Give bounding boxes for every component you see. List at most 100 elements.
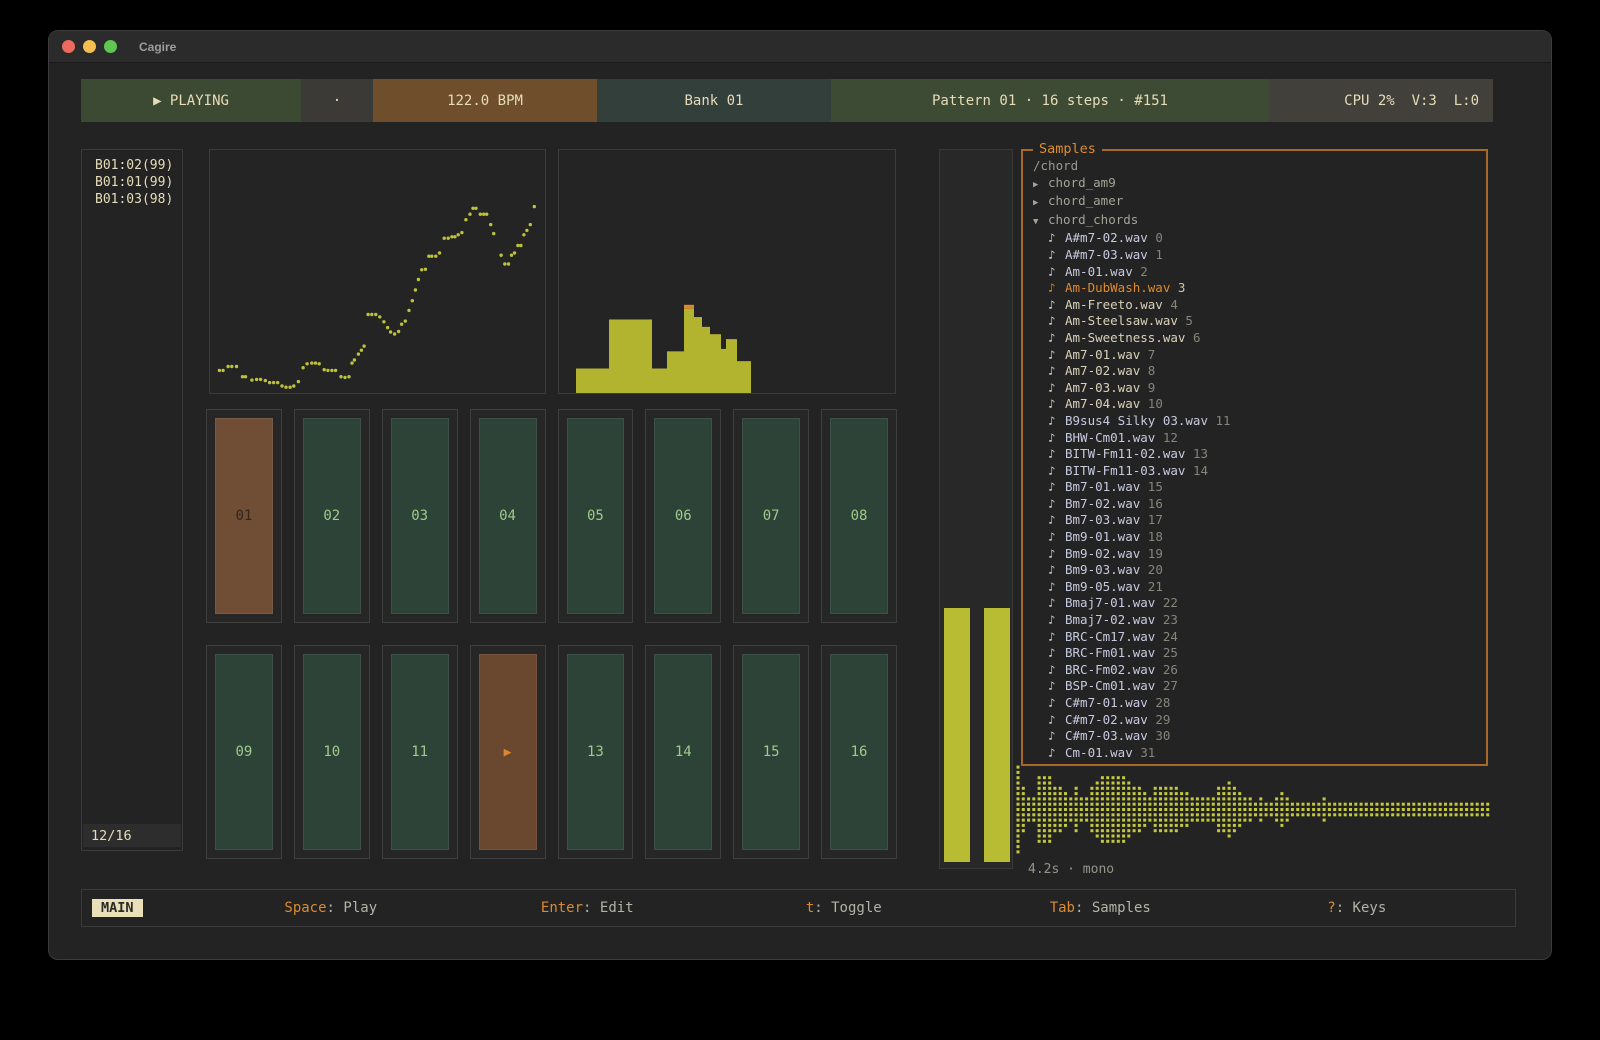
pad-row: 0102030405060708 xyxy=(206,409,897,623)
pad-05[interactable]: 05 xyxy=(558,409,634,623)
pad-04[interactable]: 04 xyxy=(470,409,546,623)
sample-file-row[interactable]: ♪BRC-Cm17.wav 24 xyxy=(1033,629,1486,646)
sample-file-row[interactable]: ♪Am7-01.wav 7 xyxy=(1033,347,1486,364)
sample-folder-row[interactable]: ▶chord_am9 xyxy=(1033,175,1486,194)
file-index: 14 xyxy=(1185,463,1208,478)
file-index: 26 xyxy=(1155,662,1178,677)
file-index: 27 xyxy=(1155,678,1178,693)
sample-file-row[interactable]: ♪Am-Steelsaw.wav 5 xyxy=(1033,313,1486,330)
hint-key: Space xyxy=(284,900,326,916)
pad-label: 07 xyxy=(742,418,800,614)
file-name: BITW-Fm11-03.wav xyxy=(1065,463,1185,478)
title-bar: Cagire xyxy=(49,31,1551,63)
sample-file-row[interactable]: ♪C#m7-03.wav 30 xyxy=(1033,728,1486,745)
sample-folder-row[interactable]: ▼chord_chords xyxy=(1033,212,1486,231)
note-icon: ♪ xyxy=(1048,512,1065,529)
pad-10[interactable]: 10 xyxy=(294,645,370,859)
file-name: A#m7-02.wav xyxy=(1065,230,1148,245)
file-index: 8 xyxy=(1140,363,1155,378)
sample-file-row[interactable]: ♪A#m7-03.wav 1 xyxy=(1033,247,1486,264)
file-name: C#m7-02.wav xyxy=(1065,712,1148,727)
sample-file-row[interactable]: ♪Bmaj7-01.wav 22 xyxy=(1033,595,1486,612)
sample-file-row[interactable]: ♪A#m7-02.wav 0 xyxy=(1033,230,1486,247)
pad-16[interactable]: 16 xyxy=(821,645,897,859)
folder-open-icon: ▼ xyxy=(1033,214,1048,231)
sample-file-row[interactable]: ♪BRC-Fm01.wav 25 xyxy=(1033,645,1486,662)
pad-06[interactable]: 06 xyxy=(645,409,721,623)
close-icon[interactable] xyxy=(62,40,75,53)
queue-item: B01:03(98) xyxy=(95,191,182,208)
file-name: Bm7-03.wav xyxy=(1065,512,1140,527)
maximize-icon[interactable] xyxy=(104,40,117,53)
sample-file-row[interactable]: ♪Am-DubWash.wav 3 xyxy=(1033,280,1486,297)
key-hint-tab: Tab: Samples xyxy=(972,900,1229,916)
sample-file-row[interactable]: ♪Am-Sweetness.wav 6 xyxy=(1033,330,1486,347)
sample-file-row[interactable]: ♪Bm9-01.wav 18 xyxy=(1033,529,1486,546)
sample-file-row[interactable]: ♪Bmaj7-02.wav 23 xyxy=(1033,612,1486,629)
sample-file-row[interactable]: ♪Am-Freeto.wav 4 xyxy=(1033,297,1486,314)
note-icon: ♪ xyxy=(1048,230,1065,247)
folder-name: chord_am9 xyxy=(1048,175,1116,190)
file-name: Am7-04.wav xyxy=(1065,396,1140,411)
file-name: Bm9-01.wav xyxy=(1065,529,1140,544)
sample-file-row[interactable]: ♪BRC-Fm02.wav 26 xyxy=(1033,662,1486,679)
note-icon: ♪ xyxy=(1048,280,1065,297)
sample-file-row[interactable]: ♪BITW-Fm11-02.wav 13 xyxy=(1033,446,1486,463)
file-name: Bm7-02.wav xyxy=(1065,496,1140,511)
note-icon: ♪ xyxy=(1048,297,1065,314)
pad-07[interactable]: 07 xyxy=(733,409,809,623)
file-name: Am7-01.wav xyxy=(1065,347,1140,362)
minimize-icon[interactable] xyxy=(83,40,96,53)
pad-13[interactable]: 13 xyxy=(558,645,634,859)
pad-08[interactable]: 08 xyxy=(821,409,897,623)
file-name: A#m7-03.wav xyxy=(1065,247,1148,262)
sample-file-row[interactable]: ♪B9sus4 Silky 03.wav 11 xyxy=(1033,413,1486,430)
queue-item: B01:01(99) xyxy=(95,174,182,191)
pad-label: 03 xyxy=(391,418,449,614)
file-index: 7 xyxy=(1140,347,1155,362)
note-icon: ♪ xyxy=(1048,479,1065,496)
note-icon: ♪ xyxy=(1048,745,1065,762)
sample-file-row[interactable]: ♪Am7-02.wav 8 xyxy=(1033,363,1486,380)
sample-file-row[interactable]: ♪Bm7-02.wav 16 xyxy=(1033,496,1486,513)
sample-file-row[interactable]: ♪Bm9-02.wav 19 xyxy=(1033,546,1486,563)
velocity-histogram xyxy=(558,149,896,394)
sample-file-row[interactable]: ♪Bm7-01.wav 15 xyxy=(1033,479,1486,496)
pad-03[interactable]: 03 xyxy=(382,409,458,623)
sample-file-row[interactable]: ♪Bm7-03.wav 17 xyxy=(1033,512,1486,529)
note-icon: ♪ xyxy=(1048,678,1065,695)
sample-file-row[interactable]: ♪Am-01.wav 2 xyxy=(1033,264,1486,281)
transport-status: ▶ PLAYING xyxy=(81,79,301,122)
pad-14[interactable]: 14 xyxy=(645,645,721,859)
pad-01[interactable]: 01 xyxy=(206,409,282,623)
pad-label: 09 xyxy=(215,654,273,850)
pad-15[interactable]: 15 xyxy=(733,645,809,859)
file-index: 10 xyxy=(1140,396,1163,411)
sample-file-row[interactable]: ♪Am7-04.wav 10 xyxy=(1033,396,1486,413)
file-name: BITW-Fm11-02.wav xyxy=(1065,446,1185,461)
window-title: Cagire xyxy=(139,40,176,54)
sample-file-row[interactable]: ♪BHW-Cm01.wav 12 xyxy=(1033,430,1486,447)
sample-folder-row[interactable]: ▶chord_amer xyxy=(1033,193,1486,212)
sample-file-row[interactable]: ♪Bm9-03.wav 20 xyxy=(1033,562,1486,579)
file-name: C#m7-03.wav xyxy=(1065,728,1148,743)
sample-file-row[interactable]: ♪Am7-03.wav 9 xyxy=(1033,380,1486,397)
key-hints: Space: PlayEnter: Editt: ToggleTab: Samp… xyxy=(143,900,1515,916)
sample-file-row[interactable]: ♪BITW-Fm11-03.wav 14 xyxy=(1033,463,1486,480)
sample-file-row[interactable]: ♪Bm9-05.wav 21 xyxy=(1033,579,1486,596)
pad-12[interactable]: ▶ xyxy=(470,645,546,859)
pad-02[interactable]: 02 xyxy=(294,409,370,623)
pad-09[interactable]: 09 xyxy=(206,645,282,859)
file-name: Bm9-03.wav xyxy=(1065,562,1140,577)
pad-11[interactable]: 11 xyxy=(382,645,458,859)
note-icon: ♪ xyxy=(1048,562,1065,579)
sample-file-row[interactable]: ♪Cm-01.wav 31 xyxy=(1033,745,1486,762)
note-icon: ♪ xyxy=(1048,712,1065,729)
sample-file-row[interactable]: ♪C#m7-02.wav 29 xyxy=(1033,712,1486,729)
file-index: 13 xyxy=(1185,446,1208,461)
file-index: 11 xyxy=(1208,413,1231,428)
note-icon: ♪ xyxy=(1048,728,1065,745)
sample-file-row[interactable]: ♪BSP-Cm01.wav 27 xyxy=(1033,678,1486,695)
pad-label: 16 xyxy=(830,654,888,850)
sample-file-row[interactable]: ♪C#m7-01.wav 28 xyxy=(1033,695,1486,712)
